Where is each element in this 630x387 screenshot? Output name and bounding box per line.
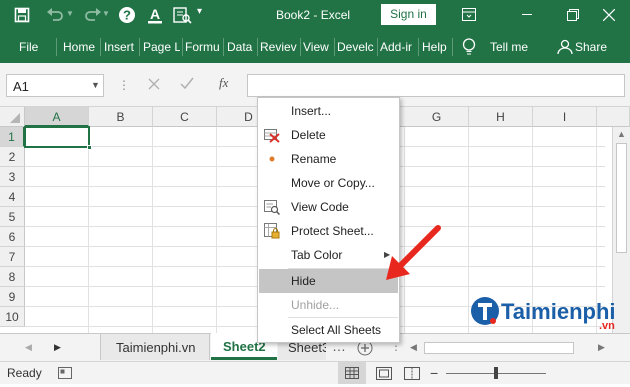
svg-text:?: ? (123, 8, 131, 23)
column-header-a[interactable]: A (25, 107, 89, 127)
cancel-icon[interactable] (148, 77, 160, 90)
macro-record-icon[interactable] (58, 367, 72, 379)
scroll-up-icon[interactable]: ▲ (617, 129, 626, 139)
zoom-out-icon[interactable]: − (430, 365, 438, 381)
sheet-scroll-right-icon[interactable]: ▶ (54, 342, 61, 353)
hscroll-right-icon[interactable]: ▶ (598, 342, 605, 353)
share-button[interactable]: Share (575, 40, 607, 54)
tab-formulas[interactable]: Formu (185, 40, 221, 54)
enter-icon[interactable] (180, 76, 194, 90)
tab-data[interactable]: Data (227, 40, 255, 54)
menu-item-rename[interactable]: Rename (259, 147, 398, 171)
column-header-c[interactable]: C (153, 107, 217, 127)
redo-icon[interactable] (84, 7, 102, 23)
menu-item-delete[interactable]: Delete (259, 123, 398, 147)
row-header-4[interactable]: 4 (0, 187, 25, 207)
redo-dropdown-icon[interactable]: ▼ (102, 9, 110, 18)
tab-file[interactable]: File (19, 40, 38, 54)
sheet-scroll-left-icon[interactable]: ◀ (25, 342, 32, 353)
undo-dropdown-icon[interactable]: ▼ (66, 9, 74, 18)
menu-item-protect-sheet[interactable]: Protect Sheet... (259, 219, 398, 243)
normal-view-icon[interactable] (338, 362, 366, 384)
menu-item-move-or-copy[interactable]: Move or Copy... (259, 171, 398, 195)
menu-item-tab-color[interactable]: Tab Color ▶ (259, 243, 398, 267)
tab-help[interactable]: Help (422, 40, 450, 54)
horizontal-scroll-thumb[interactable] (424, 342, 574, 354)
watermark-suffix: .vn (599, 320, 615, 332)
view-code-icon (264, 199, 281, 216)
row-header-2[interactable]: 2 (0, 147, 25, 167)
name-box-value: A1 (13, 79, 29, 94)
menu-item-view-code[interactable]: View Code (259, 195, 398, 219)
restore-icon[interactable] (567, 8, 579, 21)
sheet-context-menu: Insert... Delete Rename Move or Copy... … (257, 97, 400, 343)
vertical-scroll-thumb[interactable] (616, 143, 627, 253)
page-layout-view-icon[interactable] (376, 367, 392, 380)
annotation-arrow-icon (386, 225, 441, 280)
font-color-icon[interactable]: A (146, 6, 164, 24)
menu-item-hide[interactable]: Hide (259, 269, 398, 293)
menu-item-insert[interactable]: Insert... (259, 99, 398, 123)
watermark-t-icon (471, 297, 499, 325)
row-header-1[interactable]: 1 (0, 127, 25, 147)
row-header-8[interactable]: 8 (0, 267, 25, 287)
delete-sheet-icon (264, 127, 280, 143)
menu-item-select-all-sheets[interactable]: Select All Sheets (259, 318, 398, 342)
tab-view[interactable]: View (303, 40, 332, 54)
tab-home[interactable]: Home (63, 40, 99, 54)
close-icon[interactable] (602, 8, 616, 22)
protect-sheet-icon (264, 223, 280, 239)
tab-review[interactable]: Reviev (260, 40, 298, 54)
lightbulb-icon (462, 38, 476, 56)
hscroll-left-icon[interactable]: ◀ (410, 342, 417, 353)
zoom-slider-thumb[interactable] (494, 367, 498, 379)
help-icon[interactable]: ? (118, 6, 136, 24)
column-header-b[interactable]: B (89, 107, 153, 127)
svg-text:A: A (150, 6, 160, 22)
tab-insert[interactable]: Insert (104, 40, 137, 54)
tab-page-layout[interactable]: Page L (143, 40, 180, 54)
insert-function-icon[interactable]: fx (219, 75, 228, 91)
name-box[interactable]: A1 ▼ (6, 74, 104, 97)
select-all-corner[interactable] (0, 107, 25, 127)
signin-button[interactable]: Sign in (381, 4, 436, 25)
chevron-down-icon[interactable]: ▼ (91, 80, 100, 90)
active-cell-a1[interactable] (24, 126, 90, 148)
tell-me-box[interactable]: Tell me (490, 40, 528, 54)
column-header-i[interactable]: I (533, 107, 597, 127)
bullet-icon (264, 151, 280, 167)
grip-icon[interactable]: ⋮ (118, 78, 130, 92)
share-icon[interactable] (557, 39, 573, 55)
menu-item-unhide: Unhide... (291, 298, 340, 312)
row-header-6[interactable]: 6 (0, 227, 25, 247)
tab-add-ins[interactable]: Add-ir (380, 40, 416, 54)
save-icon[interactable] (14, 7, 30, 23)
row-header-5[interactable]: 5 (0, 207, 25, 227)
formula-input[interactable] (247, 74, 625, 97)
row-header-9[interactable]: 9 (0, 287, 25, 307)
row-header-10[interactable]: 10 (0, 307, 25, 327)
tab-developer[interactable]: Develc (337, 40, 375, 54)
row-header-7[interactable]: 7 (0, 247, 25, 267)
ribbon-tabs: File Home Insert Page L Formu Data Revie… (0, 30, 630, 63)
page-break-view-icon[interactable] (404, 367, 420, 380)
document-title: Book2 - Excel (276, 8, 351, 22)
undo-icon[interactable] (46, 7, 64, 23)
ribbon-display-icon[interactable] (462, 8, 476, 21)
status-text: Ready (7, 366, 42, 380)
column-header-g[interactable]: G (405, 107, 469, 127)
more-icon[interactable]: ▾ (197, 6, 202, 17)
status-bar: Ready − (0, 361, 630, 384)
column-header-h[interactable]: H (469, 107, 533, 127)
minimize-icon[interactable] (522, 14, 532, 15)
print-preview-icon[interactable] (172, 6, 192, 24)
sheet-tab-taimienphi[interactable]: Taimienphi.vn (100, 334, 210, 360)
column-header-j[interactable] (597, 107, 630, 127)
title-bar: ▼ ▼ ? A ▾ Book2 - Excel Sign in (0, 0, 630, 30)
watermark-logo: Taimienphi .vn (470, 293, 620, 333)
row-header-3[interactable]: 3 (0, 167, 25, 187)
fill-handle[interactable] (87, 145, 92, 150)
